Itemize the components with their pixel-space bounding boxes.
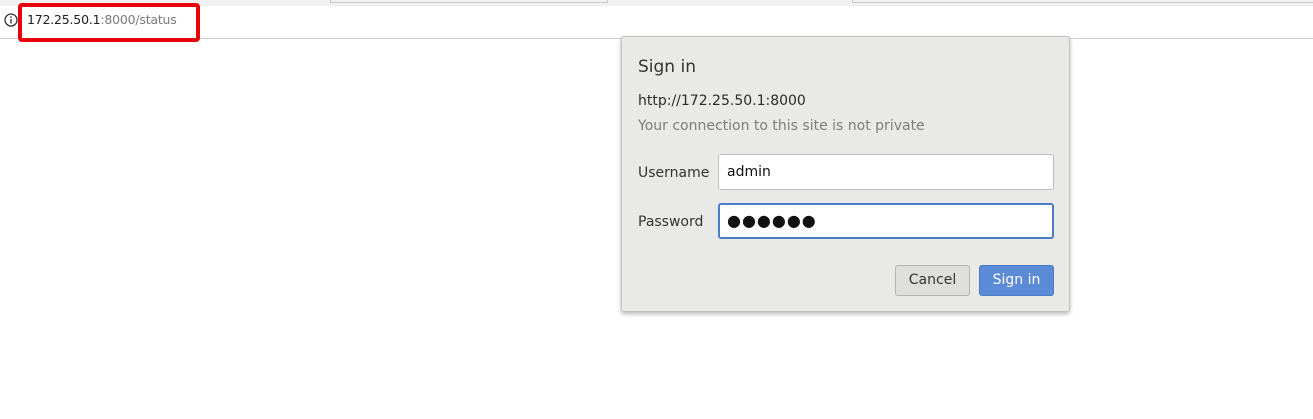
- username-label: Username: [638, 165, 710, 181]
- url-host: 172.25.50.1: [27, 12, 101, 27]
- address-bar[interactable]: 172.25.50.1:8000/status: [27, 11, 177, 31]
- connection-warning: Your connection to this site is not priv…: [638, 118, 925, 134]
- sign-in-button[interactable]: Sign in: [979, 265, 1054, 296]
- username-field[interactable]: admin: [718, 154, 1054, 190]
- password-label: Password: [638, 214, 704, 230]
- sign-in-dialog: Sign in http://172.25.50.1:8000 Your con…: [621, 36, 1070, 312]
- dialog-title: Sign in: [638, 57, 696, 77]
- password-field[interactable]: ●●●●●●: [718, 203, 1054, 239]
- dialog-origin: http://172.25.50.1:8000: [638, 93, 806, 109]
- browser-tab[interactable]: [330, 0, 608, 3]
- info-icon[interactable]: [4, 13, 18, 27]
- url-path: :8000/status: [100, 12, 177, 27]
- browser-toolbar: 172.25.50.1:8000/status: [0, 6, 1313, 39]
- cancel-button[interactable]: Cancel: [895, 265, 970, 296]
- browser-tab[interactable]: [852, 0, 1313, 3]
